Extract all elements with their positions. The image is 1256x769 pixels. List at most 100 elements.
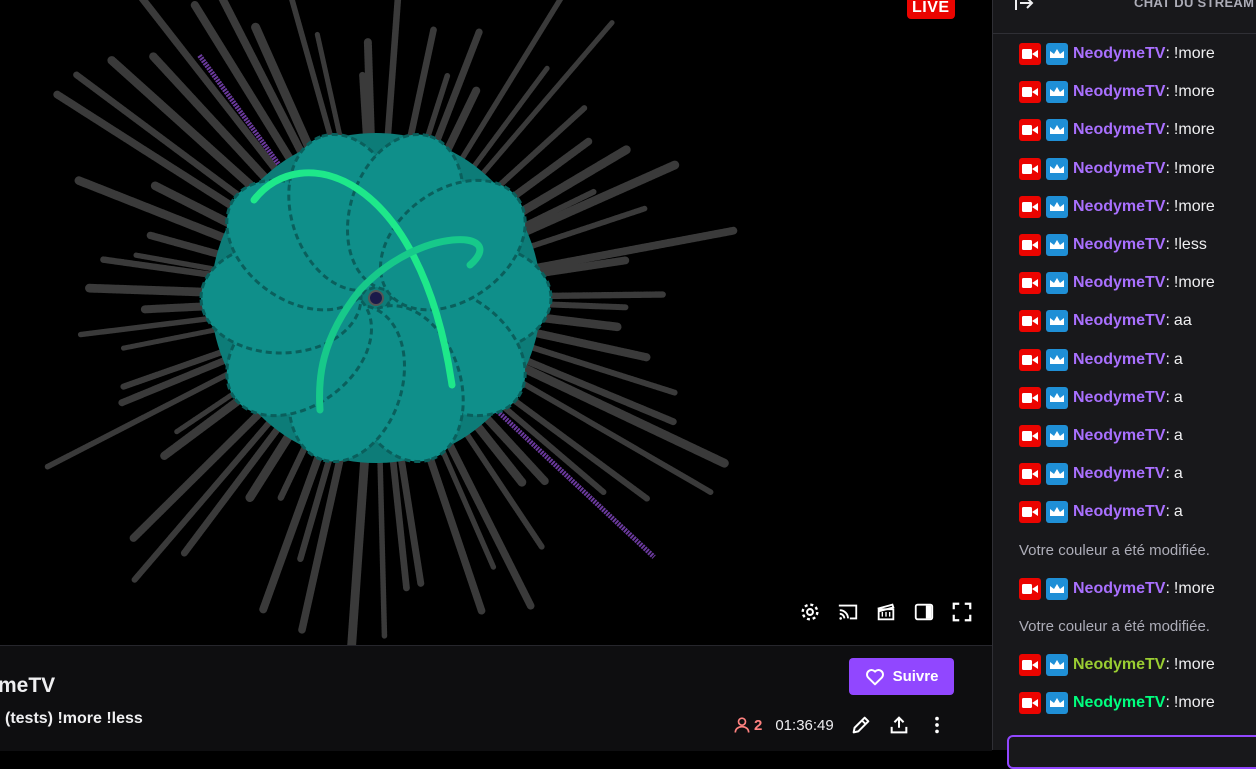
- chat-username[interactable]: NeodymeTV: [1073, 389, 1165, 407]
- chat-message-text: !less: [1173, 236, 1207, 254]
- clip-icon[interactable]: [874, 600, 898, 624]
- chat-separator: :: [1165, 312, 1170, 330]
- chat-message-text: !more: [1173, 197, 1215, 215]
- broadcaster-badge-icon[interactable]: [1019, 272, 1041, 295]
- crown-badge-icon[interactable]: [1046, 424, 1068, 447]
- collapse-chat-icon[interactable]: [1013, 0, 1037, 18]
- chat-username[interactable]: NeodymeTV: [1073, 160, 1165, 178]
- broadcaster-badge-icon[interactable]: [1019, 43, 1041, 66]
- share-icon[interactable]: [888, 714, 910, 736]
- live-badge: LIVE: [907, 0, 955, 19]
- system-message-text: Votre couleur a été modifiée.: [1019, 542, 1210, 560]
- theatre-mode-icon[interactable]: [912, 600, 936, 624]
- viewer-count-value: 2: [754, 716, 763, 734]
- crown-badge-icon[interactable]: [1046, 692, 1068, 715]
- chat-message: NeodymeTV: !more: [993, 264, 1256, 302]
- chat-message: NeodymeTV: aa: [993, 302, 1256, 340]
- chat-message-text: !more: [1173, 45, 1215, 63]
- viewer-count: 2: [732, 715, 762, 735]
- chat-username[interactable]: NeodymeTV: [1073, 83, 1165, 101]
- chat-username[interactable]: NeodymeTV: [1073, 198, 1165, 216]
- crown-badge-icon[interactable]: [1046, 501, 1068, 524]
- chat-separator: :: [1165, 694, 1170, 712]
- settings-icon[interactable]: [798, 600, 822, 624]
- crown-badge-icon[interactable]: [1046, 654, 1068, 677]
- crown-badge-icon[interactable]: [1046, 272, 1068, 295]
- chat-username[interactable]: NeodymeTV: [1073, 274, 1165, 292]
- channel-name[interactable]: meTV: [0, 674, 55, 698]
- chat-username[interactable]: NeodymeTV: [1073, 45, 1165, 63]
- broadcaster-badge-icon[interactable]: [1019, 501, 1041, 524]
- cast-icon[interactable]: [836, 600, 860, 624]
- orb-center: [368, 290, 384, 306]
- edit-icon[interactable]: [850, 714, 872, 736]
- broadcaster-badge-icon[interactable]: [1019, 577, 1041, 600]
- chat-message-text: !more: [1173, 159, 1215, 177]
- visualizer-spike: [440, 429, 535, 610]
- broadcaster-badge-icon[interactable]: [1019, 157, 1041, 180]
- crown-badge-icon[interactable]: [1046, 577, 1068, 600]
- chat-username[interactable]: NeodymeTV: [1073, 351, 1165, 369]
- chat-username[interactable]: NeodymeTV: [1073, 580, 1165, 598]
- chat-username[interactable]: NeodymeTV: [1073, 312, 1165, 330]
- broadcaster-badge-icon[interactable]: [1019, 463, 1041, 486]
- crown-badge-icon[interactable]: [1046, 81, 1068, 104]
- broadcaster-badge-icon[interactable]: [1019, 424, 1041, 447]
- chat-username[interactable]: NeodymeTV: [1073, 121, 1165, 139]
- broadcaster-badge-icon[interactable]: [1019, 310, 1041, 333]
- chat-message-text: a: [1173, 465, 1183, 483]
- crown-badge-icon[interactable]: [1046, 386, 1068, 409]
- chat-username[interactable]: NeodymeTV: [1073, 656, 1165, 674]
- broadcaster-badge-icon[interactable]: [1019, 692, 1041, 715]
- crown-badge-icon[interactable]: [1046, 195, 1068, 218]
- chat-message: NeodymeTV: a: [993, 493, 1256, 531]
- broadcaster-badge-icon[interactable]: [1019, 654, 1041, 677]
- chat-username[interactable]: NeodymeTV: [1073, 503, 1165, 521]
- crown-badge-icon[interactable]: [1046, 348, 1068, 371]
- system-message: Votre couleur a été modifiée.: [993, 531, 1256, 569]
- chat-username[interactable]: NeodymeTV: [1073, 427, 1165, 445]
- chat-message: NeodymeTV: !more: [993, 570, 1256, 608]
- chat-message-text: aa: [1173, 312, 1192, 330]
- chat-separator: :: [1165, 197, 1170, 215]
- chat-separator: :: [1165, 465, 1170, 483]
- broadcaster-badge-icon[interactable]: [1019, 81, 1041, 104]
- chat-separator: :: [1165, 350, 1170, 368]
- chat-message-text: !more: [1173, 274, 1215, 292]
- chat-message: NeodymeTV: !more: [993, 188, 1256, 226]
- visualizer-spike: [376, 442, 388, 640]
- chat-message-text: !more: [1173, 579, 1215, 597]
- visualizer-spike: [44, 370, 233, 470]
- crown-badge-icon[interactable]: [1046, 310, 1068, 333]
- chat-panel: CHAT DU STREAM NeodymeTV: !more NeodymeTV:…: [992, 0, 1256, 769]
- chat-message-text: !more: [1173, 121, 1215, 139]
- broadcaster-badge-icon[interactable]: [1019, 195, 1041, 218]
- visualizer-spike: [384, 0, 402, 142]
- chat-message-text: !more: [1173, 694, 1215, 712]
- more-options-icon[interactable]: [926, 714, 948, 736]
- chat-username[interactable]: NeodymeTV: [1073, 236, 1165, 254]
- crown-badge-icon[interactable]: [1046, 119, 1068, 142]
- follow-label: Suivre: [892, 668, 939, 685]
- broadcaster-badge-icon[interactable]: [1019, 119, 1041, 142]
- broadcaster-badge-icon[interactable]: [1019, 234, 1041, 257]
- visualizer-spike: [150, 181, 241, 232]
- follow-button[interactable]: Suivre: [849, 658, 954, 695]
- broadcaster-badge-icon[interactable]: [1019, 348, 1041, 371]
- crown-badge-icon[interactable]: [1046, 234, 1068, 257]
- crown-badge-icon[interactable]: [1046, 157, 1068, 180]
- chat-username[interactable]: NeodymeTV: [1073, 465, 1165, 483]
- chat-message-text: a: [1173, 503, 1183, 521]
- chat-username[interactable]: NeodymeTV: [1073, 694, 1165, 712]
- fullscreen-icon[interactable]: [950, 600, 974, 624]
- chat-message: NeodymeTV: !more: [993, 150, 1256, 188]
- broadcaster-badge-icon[interactable]: [1019, 386, 1041, 409]
- crown-badge-icon[interactable]: [1046, 43, 1068, 66]
- video-player[interactable]: LIVE: [0, 0, 992, 645]
- music-visualizer: [44, 0, 738, 645]
- chat-input[interactable]: [1007, 735, 1256, 769]
- stream-title: (tests) !more !less: [5, 710, 143, 727]
- chat-message-text: a: [1173, 350, 1183, 368]
- crown-badge-icon[interactable]: [1046, 463, 1068, 486]
- chat-separator: :: [1165, 503, 1170, 521]
